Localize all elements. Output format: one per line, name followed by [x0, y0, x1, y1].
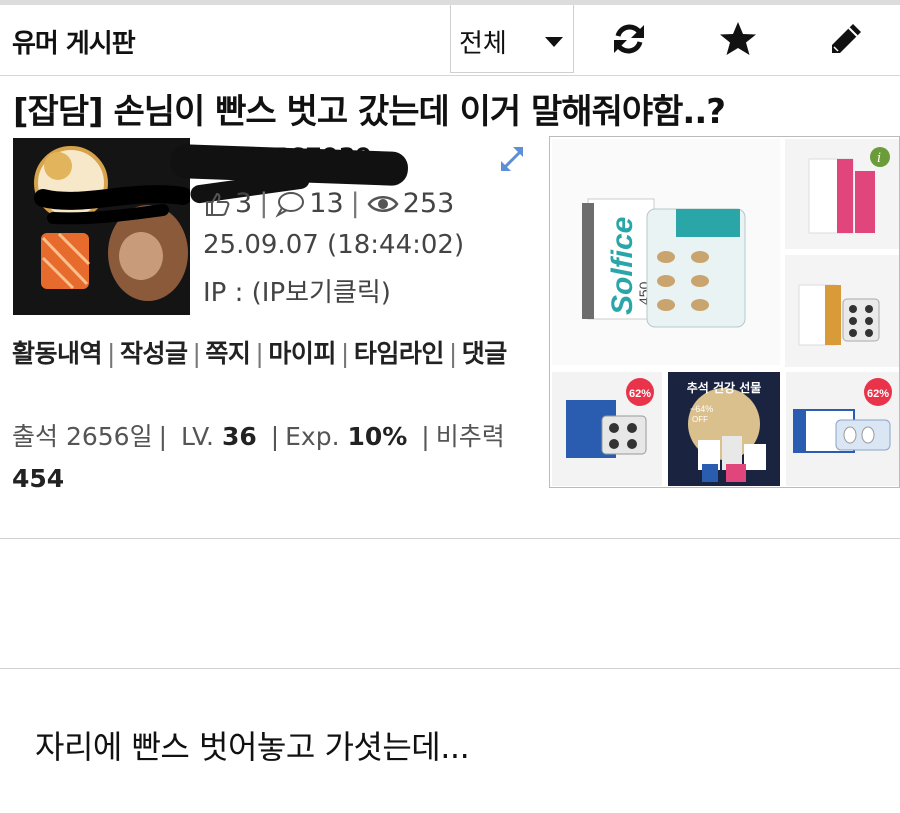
expand-icon[interactable]: [497, 143, 529, 175]
user-link-mypi[interactable]: 마이피: [268, 339, 336, 368]
discount-badge: 62%: [629, 388, 651, 400]
refresh-button[interactable]: [609, 19, 649, 59]
section-divider: [0, 538, 900, 539]
info-icon: i: [877, 151, 881, 166]
comment-icon: [275, 191, 305, 218]
board-header: 유머 게시판 전체: [0, 5, 900, 76]
user-link-posts[interactable]: 작성글: [120, 339, 188, 368]
chevron-down-icon: [545, 37, 563, 47]
board-title[interactable]: 유머 게시판: [12, 23, 136, 60]
thumbs-up-icon[interactable]: [203, 190, 231, 218]
comment-count: 13: [309, 188, 344, 219]
divider: |: [350, 188, 360, 219]
eye-icon: [367, 195, 399, 212]
favorite-button[interactable]: [718, 19, 758, 59]
level-label: LV.: [180, 422, 214, 451]
section-divider: [0, 668, 900, 669]
ad-brand-text: Solfice: [606, 217, 639, 315]
user-links: 활동내역 | 작성글 | 쪽지 | 마이피 | 타임라인 | 댓글: [12, 339, 508, 368]
user-link-activity[interactable]: 활동내역: [12, 339, 103, 368]
like-count: 3: [235, 188, 253, 219]
write-button[interactable]: [826, 19, 866, 59]
ip-view-link[interactable]: (IP보기클릭): [252, 278, 391, 308]
ratio-label: 비추력: [435, 422, 505, 451]
ad-product-blue-2[interactable]: 62%: [786, 372, 899, 486]
refresh-icon: [614, 24, 644, 54]
promo-off: OFF: [692, 415, 708, 424]
user-link-message[interactable]: 쪽지: [205, 339, 251, 368]
post-body-text: 자리에 빤스 벗어놓고 가셧는데...: [35, 728, 470, 766]
pencil-icon: [832, 24, 861, 53]
exp-value: 10%: [347, 422, 408, 451]
ad-product-main[interactable]: Solfice 450: [552, 139, 780, 365]
ad-product-pink[interactable]: i: [785, 139, 899, 249]
category-select[interactable]: 전체: [450, 5, 574, 73]
ratio-value: 454: [12, 464, 65, 493]
divider: |: [259, 188, 269, 219]
post-stats: 3 | 13 | 253: [203, 188, 454, 219]
ad-banner[interactable]: Solfice 450 i 62% 추석 건강 선물 ~64% OFF 62%: [549, 136, 900, 488]
star-icon: [720, 22, 756, 55]
exp-label: Exp.: [285, 422, 340, 451]
discount-badge: 62%: [867, 388, 889, 400]
ad-product-blue-1[interactable]: 62%: [552, 372, 662, 486]
post-title: [잡담] 손님이 빤스 벗고 갔는데 이거 말해줘야함..?: [13, 92, 726, 132]
view-count: 253: [402, 188, 455, 219]
ip-info: IP : (IP보기클릭): [203, 272, 391, 309]
user-info: 출석 2656일 | LV. 36 | Exp. 10% | 비추력 454: [12, 422, 505, 493]
post-date: 25.09.07 (18:44:02): [203, 230, 465, 260]
author-avatar[interactable]: [13, 138, 190, 315]
level-value: 36: [221, 422, 257, 451]
promo-title: 추석 건강 선물: [687, 380, 762, 395]
attendance: 출석 2656일: [12, 422, 153, 451]
ip-label: IP :: [203, 278, 252, 308]
ad-product-orange[interactable]: [785, 255, 899, 367]
ad-promo[interactable]: 추석 건강 선물 ~64% OFF: [668, 372, 780, 486]
user-link-timeline[interactable]: 타임라인: [354, 339, 445, 368]
category-select-value: 전체: [459, 29, 507, 59]
promo-discount: ~64%: [690, 404, 713, 414]
user-link-comments[interactable]: 댓글: [462, 339, 508, 368]
